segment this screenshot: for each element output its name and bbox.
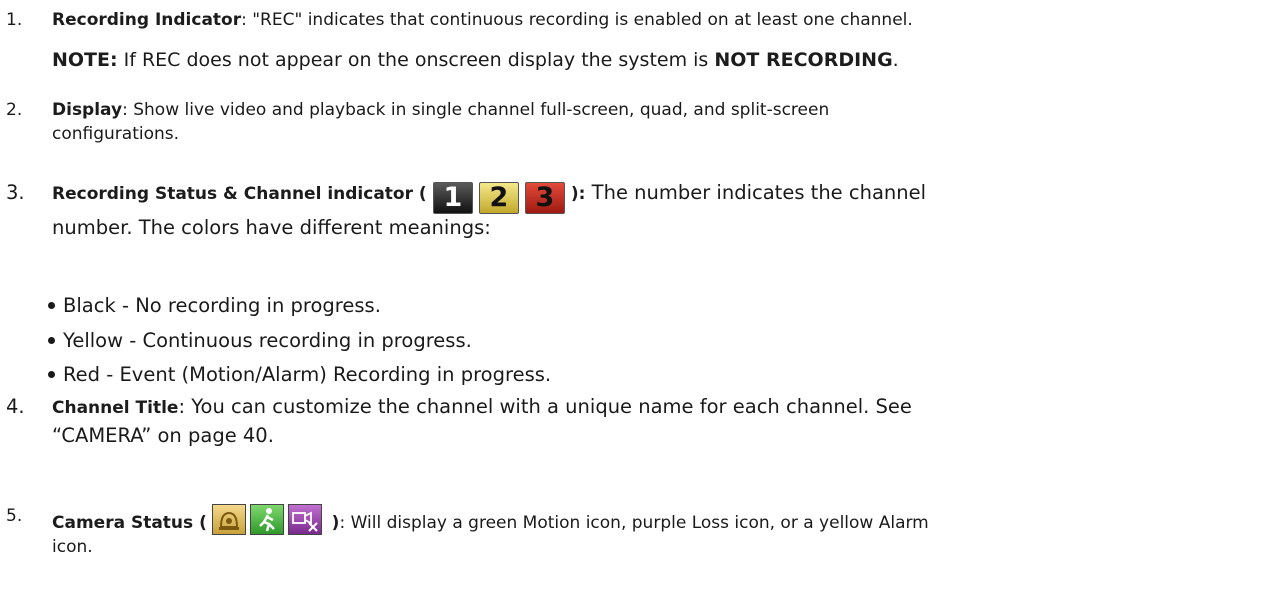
item-text: : You can customize the channel with a u…: [178, 395, 912, 418]
item-body: Display: Show live video and playback in…: [52, 98, 1249, 146]
bullet-item: Yellow - Continuous recording in progres…: [48, 327, 472, 354]
bullet-dot: [48, 301, 55, 309]
note-emphasis: NOT RECORDING: [714, 49, 893, 71]
item-text: : "REC" indicates that continuous record…: [241, 10, 913, 30]
bullet-text: Yellow - Continuous recording in progres…: [63, 329, 472, 352]
item-number: 5.: [6, 506, 23, 526]
item-body: Recording Status & Channel indicator ( 1…: [52, 179, 1249, 241]
note-text: If REC does not appear on the onscreen d…: [117, 49, 715, 71]
motion-icon: [250, 504, 285, 535]
item-line-2: number. The colors have different meanin…: [52, 216, 491, 239]
bullet-item: Red - Event (Motion/Alarm) Recording in …: [48, 361, 551, 388]
item-number: 2.: [6, 100, 23, 120]
item-line-1: Channel Title: You can customize the cha…: [52, 393, 1249, 422]
item-title: Recording Indicator: [52, 10, 242, 30]
item-line-1: Display: Show live video and playback in…: [52, 98, 1249, 122]
note-period: .: [892, 49, 899, 71]
item-line-2: icon.: [52, 537, 93, 557]
item-text: : Will display a green Motion icon, purp…: [339, 513, 929, 533]
item-number: 1.: [6, 10, 23, 30]
item-number: 4.: [6, 395, 25, 418]
item-number: 3.: [6, 181, 25, 204]
item-title: Display: [52, 100, 123, 120]
item-line-2: configurations.: [52, 124, 180, 144]
item-title: Channel Title: [52, 398, 179, 418]
bullet-dot: [48, 336, 55, 344]
note-label: NOTE:: [52, 49, 118, 71]
item-body: Recording Indicator: "REC" indicates tha…: [52, 8, 1249, 32]
item-text: : Show live video and playback in single…: [122, 100, 830, 120]
item-body: Camera Status ( ): Will display a green …: [52, 504, 1249, 559]
bullet-text: Red - Event (Motion/Alarm) Recording in …: [63, 363, 552, 386]
item-title: Camera Status (: [52, 513, 207, 533]
item-line-2: “CAMERA” on page 40.: [52, 424, 274, 447]
item-line-1: Recording Status & Channel indicator ( 1…: [52, 179, 1249, 214]
item-title: Recording Status & Channel indicator (: [52, 184, 427, 204]
item-text: The number indicates the channel: [585, 181, 927, 204]
bullet-text: Black - No recording in progress.: [63, 294, 381, 317]
bullet-dot: [48, 370, 55, 378]
channel-3-red-icon: 3: [524, 182, 565, 214]
item-title-close: ):: [570, 184, 586, 204]
item-line-1: Camera Status ( ): Will display a green …: [52, 504, 1249, 535]
channel-1-black-icon: 1: [432, 182, 473, 214]
bullet-item: Black - No recording in progress.: [48, 292, 381, 319]
video-loss-icon: [288, 504, 323, 535]
note-body: NOTE: If REC does not appear on the onsc…: [52, 47, 1249, 73]
item-body: Channel Title: You can customize the cha…: [52, 393, 1249, 449]
alarm-icon: [212, 504, 247, 535]
channel-2-yellow-icon: 2: [478, 182, 519, 214]
